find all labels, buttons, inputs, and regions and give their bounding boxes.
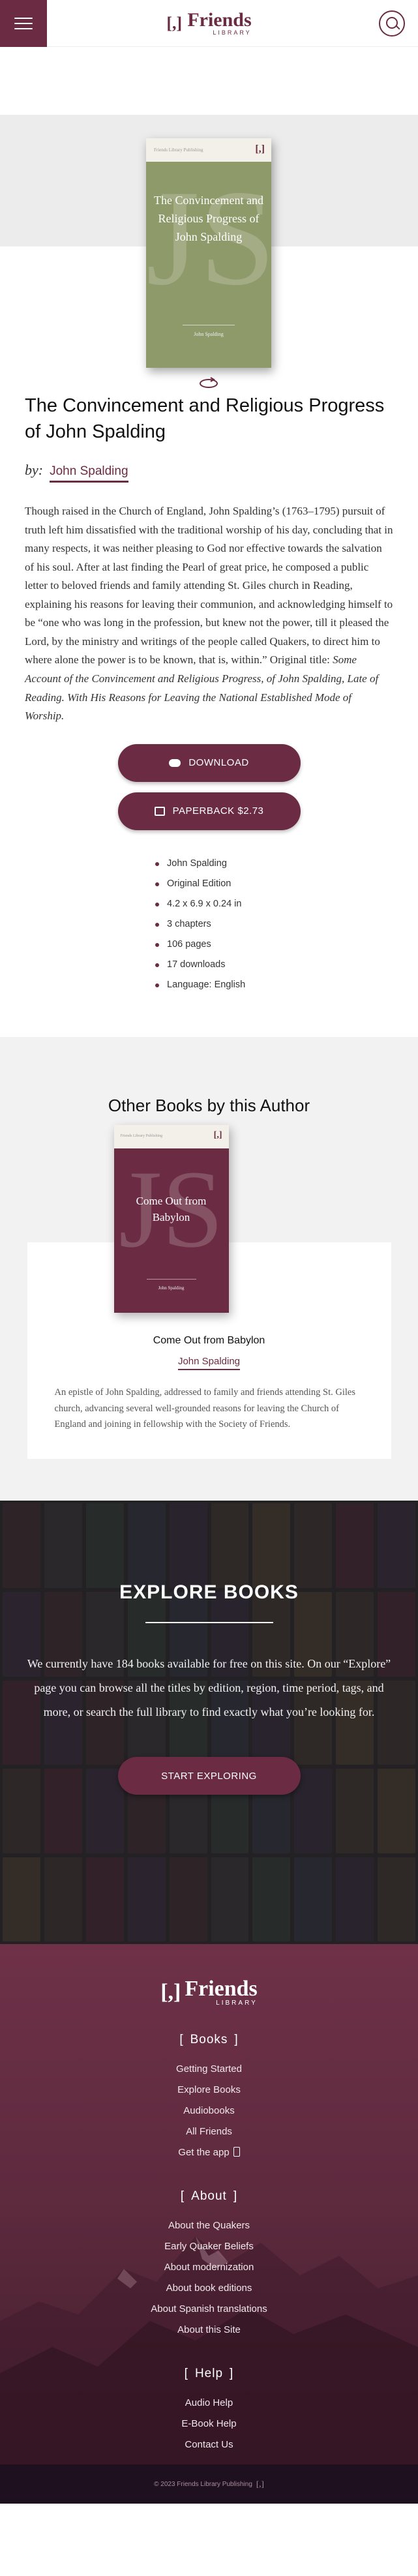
other-book-card[interactable]: Friends Library Publishing [,] JS Come O… <box>27 1124 391 1460</box>
other-book-cover[interactable]: Friends Library Publishing [,] JS Come O… <box>113 1124 229 1313</box>
footer-link-about-site[interactable]: About this Site <box>0 2320 418 2341</box>
description-text: Though raised in the Church of England, … <box>25 505 393 666</box>
logo-name: Friends <box>187 9 252 31</box>
menu-bar <box>14 22 33 24</box>
copyright-mark: [,] <box>256 2479 264 2489</box>
footer-link-early-beliefs[interactable]: Early Quaker Beliefs <box>0 2236 418 2257</box>
footer-links-books: Getting Started Explore Books Audiobooks… <box>0 2059 418 2163</box>
copyright-text: © 2023 Friends Library Publishing <box>154 2480 252 2488</box>
footer-link-about-modernization[interactable]: About modernization <box>0 2257 418 2278</box>
explore-section: EXPLORE BOOKS We currently have 184 book… <box>0 1501 418 1945</box>
cloud-download-icon <box>169 758 181 767</box>
footer-link-about-spanish[interactable]: About Spanish translations <box>0 2299 418 2320</box>
search-icon[interactable] <box>379 10 405 37</box>
site-footer: [,] Friends LIBRARY [Books] Getting Star… <box>0 1944 418 2504</box>
menu-bar <box>14 17 33 19</box>
mini-cover-publisher: Friends Library Publishing <box>120 1133 163 1138</box>
footer-heading-about: [About] <box>180 2189 238 2204</box>
book-info: The Convincement and Religious Progress … <box>0 393 418 726</box>
mini-cover-title: Come Out from Babylon <box>136 1194 207 1224</box>
by-line: by: John Spalding <box>25 462 393 483</box>
mini-cover-rule <box>146 1278 196 1280</box>
book-icon <box>154 806 165 816</box>
footer-links-help: Audio Help E-Book Help Contact Us <box>0 2393 418 2455</box>
footer-link-audiobooks[interactable]: Audiobooks <box>0 2101 418 2121</box>
other-books-section: Other Books by this Author Friends Libra… <box>0 1036 418 1501</box>
book-meta-list: John Spalding Original Edition 4.2 x 6.9… <box>155 854 418 995</box>
footer-link-contact[interactable]: Contact Us <box>0 2434 418 2455</box>
site-header: [,] Friends LIBRARY <box>0 0 418 47</box>
footer-heading-help-label: Help <box>194 2367 224 2381</box>
explore-content: EXPLORE BOOKS We currently have 184 book… <box>0 1501 418 1795</box>
book-description: Though raised in the Church of England, … <box>25 502 393 726</box>
footer-link-get-app-label: Get the app <box>178 2147 230 2159</box>
book-title: The Convincement and Religious Progress … <box>25 395 385 443</box>
footer-link-ebook-help[interactable]: E-Book Help <box>0 2414 418 2434</box>
footer-section-books: [Books] Getting Started Explore Books Au… <box>0 2033 418 2163</box>
other-books-heading: Other Books by this Author <box>108 1095 310 1115</box>
footer-heading-books-label: Books <box>190 2033 228 2047</box>
footer-logo-name: Friends <box>185 1977 258 2001</box>
footer-link-audio-help[interactable]: Audio Help <box>0 2393 418 2414</box>
other-book-description: An epistle of John Spalding, addressed t… <box>54 1386 356 1430</box>
menu-bar <box>14 27 33 29</box>
cover-title: The Convincement and Religious Progress … <box>154 194 263 243</box>
meta-pages: 106 pages <box>155 935 418 955</box>
footer-link-explore-books[interactable]: Explore Books <box>0 2080 418 2101</box>
by-label: by: <box>25 462 44 479</box>
logo-sub: LIBRARY <box>213 29 252 36</box>
meta-author: John Spalding <box>155 854 418 874</box>
explore-text: We currently have 184 books available fo… <box>27 1657 391 1719</box>
footer-link-about-editions[interactable]: About book editions <box>0 2278 418 2299</box>
paperback-label: PAPERBACK $2.73 <box>172 805 264 817</box>
logo-text: Friends LIBRARY <box>187 10 251 36</box>
footer-links-about: About the Quakers Early Quaker Beliefs A… <box>0 2215 418 2341</box>
footer-link-about-quakers[interactable]: About the Quakers <box>0 2215 418 2236</box>
logo-mark: [,] <box>166 13 183 33</box>
meta-language: Language: English <box>155 975 418 995</box>
footer-section-help: [Help] Audio Help E-Book Help Contact Us <box>0 2367 418 2455</box>
paperback-button[interactable]: PAPERBACK $2.73 <box>117 792 301 830</box>
footer-heading-about-label: About <box>191 2189 227 2204</box>
explore-heading: EXPLORE BOOKS <box>119 1581 299 1604</box>
footer-heading-help: [Help] <box>184 2367 234 2381</box>
cover-author: John Spalding <box>194 331 224 337</box>
book-cover: Friends Library Publishing [,] JS The Co… <box>146 138 271 368</box>
mini-cover-top-strip: Friends Library Publishing [,] <box>113 1124 229 1148</box>
meta-dimensions: 4.2 x 6.9 x 0.24 in <box>155 894 418 914</box>
meta-chapters: 3 chapters <box>155 914 418 935</box>
footer-link-all-friends[interactable]: All Friends <box>0 2121 418 2142</box>
footer-logo-text: Friends LIBRARY <box>185 1978 257 2007</box>
footer-content: [,] Friends LIBRARY [Books] Getting Star… <box>0 1944 418 2455</box>
other-book-title[interactable]: Come Out from Babylon <box>55 1335 364 1347</box>
footer-link-get-app[interactable]: Get the app <box>0 2142 418 2163</box>
other-book-author-wrap: John Spalding <box>55 1355 364 1370</box>
phone-icon <box>233 2147 240 2157</box>
flip-cover-icon[interactable] <box>198 377 220 390</box>
mini-cover-author: John Spalding <box>158 1285 185 1291</box>
book-actions: DOWNLOAD PAPERBACK $2.73 <box>0 743 418 830</box>
book-hero: Friends Library Publishing [,] JS The Co… <box>0 47 418 388</box>
download-label: DOWNLOAD <box>188 757 249 769</box>
footer-logo-mark: [,] <box>160 1980 181 2005</box>
author-link[interactable]: John Spalding <box>50 464 128 483</box>
site-logo[interactable]: [,] Friends LIBRARY <box>166 10 251 36</box>
meta-edition: Original Edition <box>155 874 418 894</box>
footer-link-getting-started[interactable]: Getting Started <box>0 2059 418 2080</box>
other-book-author-link[interactable]: John Spalding <box>177 1355 241 1370</box>
mini-cover-mark: [,] <box>213 1130 222 1140</box>
cover-publisher: Friends Library Publishing <box>154 147 203 153</box>
download-button[interactable]: DOWNLOAD <box>117 743 301 782</box>
start-exploring-button[interactable]: START EXPLORING <box>117 1757 301 1795</box>
footer-logo[interactable]: [,] Friends LIBRARY <box>160 1978 258 2007</box>
cover-mark: [,] <box>255 143 265 155</box>
explore-rule <box>145 1622 273 1624</box>
meta-downloads: 17 downloads <box>155 955 418 975</box>
copyright-bar: © 2023 Friends Library Publishing [,] <box>0 2464 418 2504</box>
menu-icon[interactable] <box>0 0 47 47</box>
footer-heading-books: [Books] <box>179 2033 239 2047</box>
footer-logo-sub: LIBRARY <box>216 1999 258 2007</box>
footer-section-about: [About] About the Quakers Early Quaker B… <box>0 2189 418 2341</box>
cover-top-strip: Friends Library Publishing [,] <box>146 138 271 162</box>
